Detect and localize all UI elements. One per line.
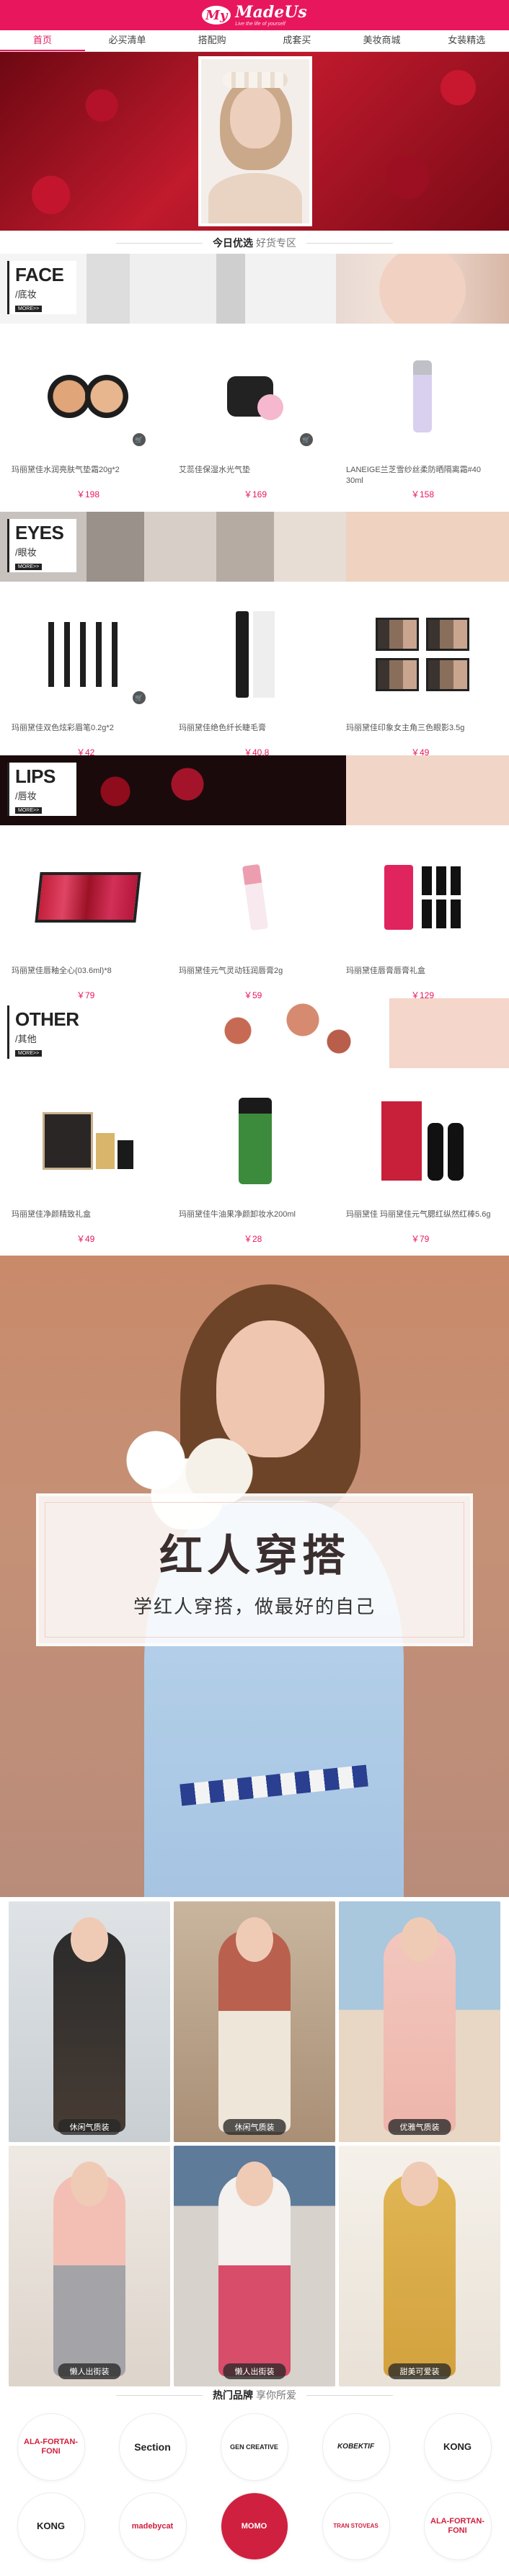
nav-item-womenswear[interactable]: 女装精选 — [424, 30, 509, 51]
brand-logo[interactable]: MOMO — [221, 2493, 288, 2559]
brand-grid: ALA-FORTAN-FONI Section GEN CREATIVE KOB… — [0, 2407, 509, 2566]
logo-tagline: Live the life of yourself — [235, 21, 286, 27]
nav-item-beauty-mall[interactable]: 美妆商城 — [340, 30, 425, 51]
product-card[interactable]: 玛丽黛佳唇釉全心(03.6ml)*8 ￥79 — [4, 829, 172, 1001]
product-row-other: 玛丽黛佳净颜精致礼盒 ￥49 玛丽黛佳牛油果净颜卸妆水200ml ￥28 玛丽黛… — [0, 1072, 509, 1245]
more-link[interactable]: MORE>> — [15, 564, 43, 570]
fashion-caption-card: 红人穿搭 学红人穿搭，做最好的自己 — [36, 1493, 473, 1646]
main-nav: 首页 必买清单 搭配购 成套买 美妆商城 女装精选 — [0, 30, 509, 52]
section-title-today: 今日优选 好货专区 — [0, 232, 509, 254]
outfit-card[interactable]: 甜美可爱装 — [339, 2146, 500, 2386]
product-image — [4, 1072, 172, 1209]
hero-banner[interactable] — [0, 52, 509, 231]
product-card[interactable]: 玛丽黛佳元气灵动钰润唇膏2g ￥59 — [172, 829, 339, 1001]
fashion-title: 红人穿搭 — [159, 1531, 350, 1581]
product-card[interactable]: 玛丽黛佳唇膏唇膏礼盒 ￥129 — [339, 829, 506, 1001]
outfit-card[interactable]: 懒人出街装 — [174, 2146, 335, 2386]
more-link[interactable]: MORE>> — [15, 1050, 43, 1057]
product-row-face: 🛒 玛丽黛佳水润亮肤气垫霜20g*2 ￥198 🛒 艾蕊佳保湿水光气垫 ￥169… — [0, 328, 509, 500]
more-link[interactable]: MORE>> — [15, 306, 43, 312]
cart-icon[interactable]: 🛒 — [300, 433, 313, 446]
brand-logo[interactable]: KOBEKTIF — [322, 2414, 389, 2480]
category-label: OTHER /其他 MORE>> — [7, 1005, 79, 1059]
category-label: EYES /眼妆 MORE>> — [7, 519, 76, 572]
product-image: 🛒 — [172, 328, 339, 465]
brand-logo[interactable]: TRAN STOVEAS — [322, 2493, 389, 2559]
brand-logo[interactable]: My MadeUs Live the life of yourself — [202, 4, 307, 27]
category-banner-face[interactable]: FACE /底妆 MORE>> — [0, 254, 509, 324]
nav-item-match-buy[interactable]: 搭配购 — [169, 30, 254, 51]
product-card[interactable]: 玛丽黛佳 玛丽黛佳元气腮红纵然红棒5.6g ￥79 — [339, 1072, 506, 1245]
category-label: LIPS /唇妆 MORE>> — [7, 763, 76, 816]
product-card[interactable]: 🛒 玛丽黛佳水润亮肤气垫霜20g*2 ￥198 — [4, 328, 172, 500]
outfit-grid: 休闲气质装 休闲气质装 优雅气质装 懒人出街装 懒人出街装 甜美可爱装 — [9, 1901, 500, 2386]
brand-logo[interactable]: madebycat — [119, 2493, 186, 2559]
product-card[interactable]: LANEIGE兰芝雪纱丝柔防晒隔离霜#40 30ml ￥158 — [339, 328, 506, 500]
nav-item-must-buy[interactable]: 必买清单 — [85, 30, 170, 51]
product-row-eyes: 🛒 玛丽黛佳双色炫彩眉笔0.2g*2 ￥42 玛丽黛佳绝色纤长睫毛膏 ￥40.8 — [0, 586, 509, 758]
product-image — [339, 328, 506, 465]
logo-mark: My — [202, 6, 231, 25]
cart-icon[interactable]: 🛒 — [133, 433, 146, 446]
product-image — [339, 829, 506, 966]
brand-logo[interactable]: ALA-FORTAN-FONI — [17, 2414, 84, 2480]
hero-model-photo — [198, 56, 312, 226]
product-image — [339, 1072, 506, 1209]
cart-icon[interactable]: 🛒 — [133, 691, 146, 704]
product-card[interactable]: 玛丽黛佳绝色纤长睫毛膏 ￥40.8 — [172, 586, 339, 758]
outfit-card[interactable]: 优雅气质装 — [339, 1901, 500, 2142]
page: My MadeUs Live the life of yourself 首页 必… — [0, 0, 509, 2576]
brand-logo[interactable]: KONG — [424, 2414, 491, 2480]
more-link[interactable]: MORE>> — [15, 807, 43, 814]
product-image — [172, 829, 339, 966]
outfit-card[interactable]: 懒人出街装 — [9, 2146, 170, 2386]
category-banner-other[interactable]: OTHER /其他 MORE>> — [0, 998, 509, 1068]
page-footer-spacer — [0, 2566, 509, 2576]
category-banner-eyes[interactable]: EYES /眼妆 MORE>> — [0, 512, 509, 582]
nav-item-home[interactable]: 首页 — [0, 30, 85, 51]
logo-name: MadeUs — [235, 2, 307, 22]
product-image: 🛒 — [4, 328, 172, 465]
product-image — [172, 1072, 339, 1209]
fashion-banner[interactable]: 红人穿搭 学红人穿搭，做最好的自己 — [0, 1256, 509, 1897]
product-card[interactable]: 🛒 艾蕊佳保湿水光气垫 ￥169 — [172, 328, 339, 500]
product-row-lips: 玛丽黛佳唇釉全心(03.6ml)*8 ￥79 玛丽黛佳元气灵动钰润唇膏2g ￥5… — [0, 829, 509, 1001]
fashion-subtitle: 学红人穿搭，做最好的自己 — [133, 1596, 376, 1618]
outfit-card[interactable]: 休闲气质装 — [174, 1901, 335, 2142]
nav-item-set-buy[interactable]: 成套买 — [254, 30, 340, 51]
product-card[interactable]: 🛒 玛丽黛佳双色炫彩眉笔0.2g*2 ￥42 — [4, 586, 172, 758]
brand-logo[interactable]: Section — [119, 2414, 186, 2480]
brand-logo[interactable]: GEN CREATIVE — [221, 2414, 288, 2480]
category-banner-lips[interactable]: LIPS /唇妆 MORE>> — [0, 755, 509, 825]
app-header: My MadeUs Live the life of yourself — [0, 0, 509, 30]
section-title-brands: 热门品牌 享你所爱 — [0, 2384, 509, 2406]
brand-logo[interactable]: KONG — [17, 2493, 84, 2559]
product-card[interactable]: 玛丽黛佳净颜精致礼盒 ￥49 — [4, 1072, 172, 1245]
product-card[interactable]: 玛丽黛佳印象女主角三色眼影3.5g ￥49 — [339, 586, 506, 758]
category-label: FACE /底妆 MORE>> — [7, 261, 76, 314]
product-image — [339, 586, 506, 723]
brand-logo[interactable]: ALA-FORTAN-FONI — [424, 2493, 491, 2559]
product-image: 🛒 — [4, 586, 172, 723]
product-card[interactable]: 玛丽黛佳牛油果净颜卸妆水200ml ￥28 — [172, 1072, 339, 1245]
product-image — [4, 829, 172, 966]
outfit-card[interactable]: 休闲气质装 — [9, 1901, 170, 2142]
product-image — [172, 586, 339, 723]
model-face-photo — [379, 254, 466, 324]
